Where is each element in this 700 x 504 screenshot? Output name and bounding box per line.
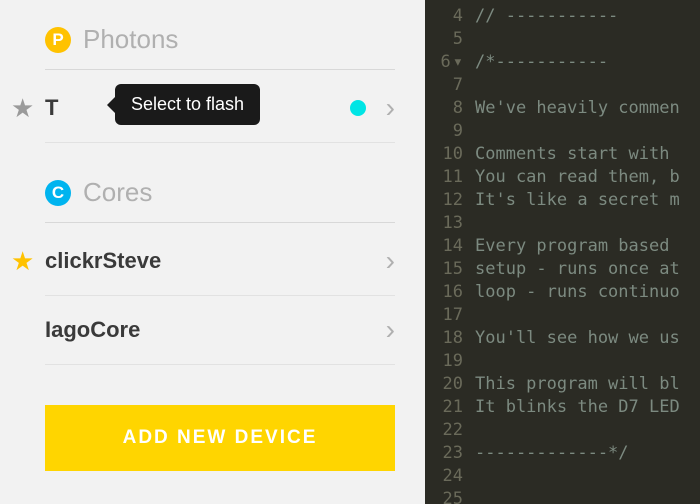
- section-header-cores: C Cores: [45, 173, 395, 223]
- star-icon[interactable]: ★: [11, 248, 34, 274]
- line-number: 4: [425, 4, 463, 27]
- code-line[interactable]: Every program based: [475, 234, 680, 257]
- line-number: 24: [425, 464, 463, 487]
- chevron-right-icon[interactable]: ›: [386, 245, 395, 277]
- line-number: 13: [425, 211, 463, 234]
- line-number: 8: [425, 96, 463, 119]
- code-line[interactable]: [475, 418, 680, 441]
- code-line[interactable]: It's like a secret m: [475, 188, 680, 211]
- line-number: 23: [425, 441, 463, 464]
- chevron-right-icon[interactable]: ›: [386, 92, 395, 124]
- line-number: 9: [425, 119, 463, 142]
- code-line[interactable]: Comments start with: [475, 142, 680, 165]
- photon-badge-icon: P: [45, 27, 71, 53]
- line-number: 5: [425, 27, 463, 50]
- device-row-photon-1[interactable]: ★ T Select to flash ›: [45, 74, 395, 143]
- code-line[interactable]: setup - runs once at: [475, 257, 680, 280]
- code-line[interactable]: You can read them, b: [475, 165, 680, 188]
- editor-code[interactable]: // ----------- /*----------- We've heavily…: [475, 4, 680, 504]
- line-number: 14: [425, 234, 463, 257]
- editor-gutter: 456▾78910111213141516171819202122232425: [425, 4, 475, 504]
- device-name: IagoCore: [45, 317, 386, 343]
- line-number: 25: [425, 487, 463, 504]
- line-number: 15: [425, 257, 463, 280]
- code-line[interactable]: It blinks the D7 LED: [475, 395, 680, 418]
- code-line[interactable]: We've heavily commen: [475, 96, 680, 119]
- line-number: 10: [425, 142, 463, 165]
- code-line[interactable]: [475, 303, 680, 326]
- section-title: Cores: [83, 177, 152, 208]
- line-number: 12: [425, 188, 463, 211]
- device-name: clickrSteve: [45, 248, 386, 274]
- line-number: 19: [425, 349, 463, 372]
- line-number: 18: [425, 326, 463, 349]
- flash-tooltip: Select to flash: [115, 84, 260, 125]
- star-icon[interactable]: ★: [11, 95, 34, 121]
- device-sidebar: P Photons ★ T Select to flash › C Cores …: [0, 0, 425, 504]
- section-header-photons: P Photons: [45, 20, 395, 70]
- chevron-right-icon[interactable]: ›: [386, 314, 395, 346]
- code-line[interactable]: [475, 27, 680, 50]
- section-title: Photons: [83, 24, 178, 55]
- code-editor[interactable]: 456▾78910111213141516171819202122232425 …: [425, 0, 700, 504]
- code-line[interactable]: [475, 73, 680, 96]
- code-line[interactable]: You'll see how we us: [475, 326, 680, 349]
- code-line[interactable]: This program will bl: [475, 372, 680, 395]
- code-line[interactable]: [475, 464, 680, 487]
- line-number: 7: [425, 73, 463, 96]
- line-number: 17: [425, 303, 463, 326]
- code-line[interactable]: /*-----------: [475, 50, 680, 73]
- line-number: 11: [425, 165, 463, 188]
- code-line[interactable]: [475, 349, 680, 372]
- line-number: 22: [425, 418, 463, 441]
- code-line[interactable]: -------------*/: [475, 441, 680, 464]
- status-online-icon: [350, 100, 366, 116]
- code-line[interactable]: [475, 487, 680, 504]
- line-number: 6▾: [425, 50, 463, 73]
- code-line[interactable]: [475, 211, 680, 234]
- device-row-iagocore[interactable]: IagoCore ›: [45, 296, 395, 365]
- code-line[interactable]: // -----------: [475, 4, 680, 27]
- line-number: 21: [425, 395, 463, 418]
- add-new-device-button[interactable]: ADD NEW DEVICE: [45, 405, 395, 471]
- code-line[interactable]: loop - runs continuo: [475, 280, 680, 303]
- device-row-clickrsteve[interactable]: ★ clickrSteve ›: [45, 227, 395, 296]
- code-line[interactable]: [475, 119, 680, 142]
- line-number: 16: [425, 280, 463, 303]
- core-badge-icon: C: [45, 180, 71, 206]
- line-number: 20: [425, 372, 463, 395]
